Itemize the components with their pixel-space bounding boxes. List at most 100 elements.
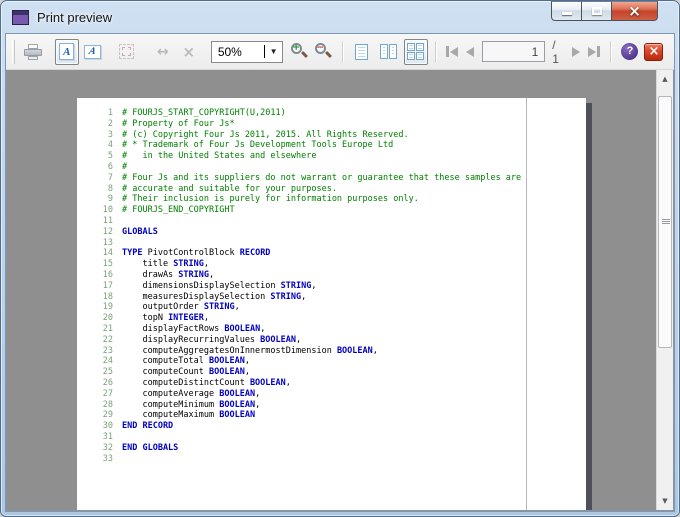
source-text: computeMaximum BOOLEAN	[122, 410, 255, 420]
help-button[interactable]: ?	[618, 39, 642, 65]
code-line: 22 displayRecurringValues BOOLEAN,	[77, 335, 574, 346]
code-line: 2# Property of Four Js*	[77, 119, 574, 130]
chevron-down-icon[interactable]: ▼	[265, 42, 282, 62]
line-number: 22	[77, 335, 113, 346]
line-number: 9	[77, 194, 113, 205]
landscape-page-icon: A	[84, 45, 101, 59]
source-text: GLOBALS	[122, 227, 158, 237]
line-number: 18	[77, 292, 113, 303]
window-title: Print preview	[37, 10, 112, 25]
code-line: 33	[77, 454, 574, 465]
source-text: title STRING,	[122, 259, 209, 269]
code-line: 13	[77, 238, 574, 249]
vertical-scrollbar[interactable]: ▲ ▼	[656, 70, 673, 510]
zoom-combobox[interactable]: 50% ▼	[211, 41, 283, 63]
line-number: 2	[77, 119, 113, 130]
zoom-out-button[interactable]: −	[311, 39, 335, 65]
landscape-orientation-button[interactable]: A	[81, 39, 105, 65]
minimize-button[interactable]	[551, 1, 581, 21]
line-number: 17	[77, 281, 113, 292]
line-number: 27	[77, 389, 113, 400]
line-number: 8	[77, 184, 113, 195]
zoom-in-button[interactable]: +	[287, 39, 311, 65]
fit-page-button[interactable]: ×	[177, 39, 201, 65]
code-line: 3# (c) Copyright Four Js 2011, 2015. All…	[77, 130, 574, 141]
code-line: 5# in the United States and elsewhere	[77, 151, 574, 162]
zoom-value[interactable]: 50%	[212, 45, 263, 59]
line-number: 26	[77, 378, 113, 389]
line-number: 12	[77, 227, 113, 238]
client-area: A A ↔ × 50% ▼ + −	[5, 33, 675, 512]
line-number: 32	[77, 443, 113, 454]
source-text: # in the United States and elsewhere	[122, 151, 316, 161]
close-preview-button[interactable]: ×	[642, 39, 666, 65]
code-line: 19 outputOrder STRING,	[77, 302, 574, 313]
printer-icon	[24, 44, 42, 60]
line-number: 20	[77, 313, 113, 324]
line-number: 14	[77, 248, 113, 259]
next-page-icon	[572, 47, 580, 57]
code-line: 12 GLOBALS	[77, 227, 574, 238]
code-line: 6#	[77, 162, 574, 173]
source-text: #	[122, 162, 127, 172]
code-line: 25 computeCount BOOLEAN,	[77, 367, 574, 378]
source-text: displayRecurringValues BOOLEAN,	[122, 335, 301, 345]
source-text: computeCount BOOLEAN,	[122, 367, 250, 377]
source-text: computeDistinctCount BOOLEAN,	[122, 378, 291, 388]
code-line: 24 computeTotal BOOLEAN,	[77, 356, 574, 367]
code-line: 4# * Trademark of Four Js Development To…	[77, 140, 574, 151]
one-page-view-button[interactable]	[350, 39, 374, 65]
preview-area: 1# FOURJS_START_COPYRIGHT(U,2011)2# Prop…	[6, 70, 674, 511]
last-page-button[interactable]	[585, 39, 603, 65]
source-text: computeAverage BOOLEAN,	[122, 389, 260, 399]
source-text: # (c) Copyright Four Js 2011, 2015. All …	[122, 130, 409, 140]
first-page-button[interactable]	[443, 39, 461, 65]
scroll-up-icon[interactable]: ▲	[657, 71, 673, 87]
maximize-button[interactable]	[581, 1, 611, 21]
multi-page-view-button[interactable]	[404, 39, 428, 65]
code-line: 18 measuresDisplaySelection STRING,	[77, 292, 574, 303]
line-number: 28	[77, 400, 113, 411]
line-number: 33	[77, 454, 113, 465]
line-number: 10	[77, 205, 113, 216]
fit-width-button[interactable]: ↔	[151, 39, 175, 65]
document-page: 1# FOURJS_START_COPYRIGHT(U,2011)2# Prop…	[77, 98, 586, 511]
scroll-down-icon[interactable]: ▼	[657, 493, 673, 509]
code-line: 30END RECORD	[77, 421, 574, 432]
code-line: 11	[77, 216, 574, 227]
source-text: dimensionsDisplaySelection STRING,	[122, 281, 316, 291]
code-line: 23 computeAggregatesOnInnermostDimension…	[77, 346, 574, 357]
code-line: 10# FOURJS_END_COPYRIGHT	[77, 205, 574, 216]
first-page-icon	[446, 46, 449, 57]
two-page-view-button[interactable]	[377, 39, 401, 65]
source-text: END GLOBALS	[122, 443, 178, 453]
source-text: TYPE PivotControlBlock RECORD	[122, 248, 270, 258]
line-number: 15	[77, 259, 113, 270]
page-number-input[interactable]: 1	[482, 41, 546, 62]
source-text: drawAs STRING,	[122, 270, 214, 280]
help-icon: ?	[621, 43, 638, 60]
caption-buttons: ×	[551, 1, 658, 21]
print-button[interactable]	[21, 39, 45, 65]
triangle-left-icon	[450, 47, 458, 57]
page-total-label: / 1	[552, 38, 563, 66]
line-number: 16	[77, 270, 113, 281]
next-page-button[interactable]	[567, 39, 585, 65]
previous-page-button[interactable]	[461, 39, 479, 65]
source-text: # accurate and suitable for your purpose…	[122, 184, 337, 194]
scrollbar-thumb[interactable]	[658, 96, 672, 348]
close-preview-icon: ×	[644, 43, 663, 61]
last-page-icon	[588, 47, 596, 57]
code-line: 29 computeMaximum BOOLEAN	[77, 410, 574, 421]
source-text: topN INTEGER,	[122, 313, 209, 323]
portrait-orientation-button[interactable]: A	[55, 39, 79, 65]
source-text: END RECORD	[122, 421, 173, 431]
code-line: 26 computeDistinctCount BOOLEAN,	[77, 378, 574, 389]
source-text: measuresDisplaySelection STRING,	[122, 292, 306, 302]
window-close-button[interactable]: ×	[611, 1, 658, 21]
code-line: 17 dimensionsDisplaySelection STRING,	[77, 281, 574, 292]
toolbar: A A ↔ × 50% ▼ + −	[6, 34, 674, 70]
margins-icon	[119, 44, 134, 59]
page-margins-button[interactable]	[115, 39, 139, 65]
code-line: 20 topN INTEGER,	[77, 313, 574, 324]
